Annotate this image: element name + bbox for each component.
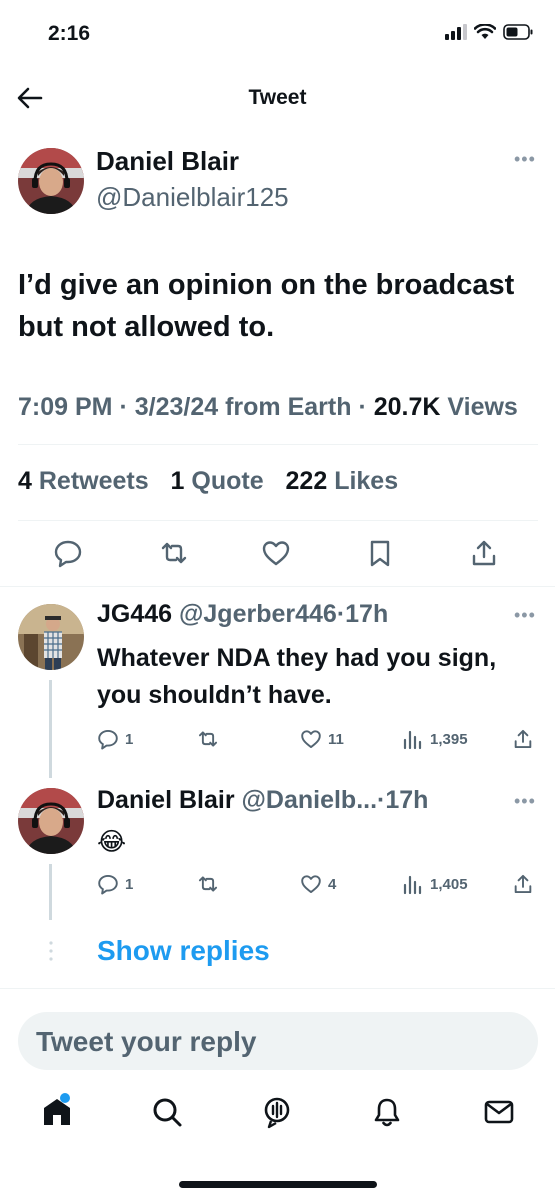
retweet-icon <box>198 731 218 747</box>
status-bar: 2:16 <box>0 0 555 66</box>
views-count: 1,405 <box>430 875 468 893</box>
show-replies-link[interactable]: Show replies <box>97 935 270 967</box>
meta-separator: · <box>336 600 346 628</box>
signal-icon <box>445 24 467 40</box>
views-count: 20.7K <box>373 393 441 421</box>
quotes-count[interactable]: 1 <box>171 467 185 495</box>
page-title: Tweet <box>248 86 307 109</box>
likes-count[interactable]: 222 <box>286 467 328 495</box>
like-icon <box>301 875 321 894</box>
reply-input-placeholder: Tweet your reply <box>36 1026 257 1057</box>
retweet-button[interactable] <box>197 873 219 895</box>
share-icon <box>514 874 532 894</box>
retweets-label[interactable]: Retweets <box>39 467 149 495</box>
share-button[interactable] <box>512 728 534 750</box>
thread-line <box>49 680 52 778</box>
reply-time: 17h <box>385 786 429 814</box>
tweet-text: I’d give an opinion on the broadcast but… <box>18 269 515 343</box>
wifi-icon <box>474 24 496 39</box>
status-time: 2:16 <box>48 22 91 45</box>
reply-button[interactable]: 1 <box>97 728 133 750</box>
reply-author-name[interactable]: Daniel Blair <box>97 786 235 814</box>
status-icons <box>445 24 533 40</box>
reply-button[interactable]: 1 <box>97 873 133 895</box>
reply-text: Whatever NDA they had you sign, you shou… <box>97 644 497 709</box>
tweet-date: 3/23/24 <box>134 393 219 421</box>
reply-text: 😂 <box>97 828 127 856</box>
author-name[interactable]: Daniel Blair <box>96 146 239 177</box>
reply-time: 17h <box>345 600 389 628</box>
reply-count: 1 <box>125 730 134 748</box>
like-icon <box>301 730 321 749</box>
bottom-tab-bar <box>0 1095 555 1145</box>
more-options-icon[interactable]: ••• <box>514 792 536 810</box>
reply-avatar[interactable] <box>18 604 84 670</box>
share-icon <box>514 729 532 749</box>
reply-author-name[interactable]: JG446 <box>97 600 172 628</box>
reply-input[interactable]: Tweet your reply <box>18 1012 538 1070</box>
messages-icon[interactable] <box>482 1095 516 1129</box>
reply-header: Daniel Blair @Danielb...·17h <box>97 786 428 815</box>
more-options-icon[interactable]: ••• <box>514 606 536 624</box>
quotes-label[interactable]: Quote <box>191 467 263 495</box>
search-icon[interactable] <box>150 1095 184 1129</box>
reply-actions: 1 4 1,405 <box>97 873 542 899</box>
author-avatar[interactable] <box>18 148 84 214</box>
bookmark-icon[interactable] <box>365 538 395 568</box>
likes-label[interactable]: Likes <box>334 467 398 495</box>
home-indicator[interactable] <box>179 1181 377 1188</box>
views-button[interactable]: 1,395 <box>402 728 468 750</box>
notifications-icon[interactable] <box>370 1095 404 1129</box>
views-count: 1,395 <box>430 730 468 748</box>
spaces-icon[interactable] <box>260 1095 294 1129</box>
divider <box>18 444 538 445</box>
home-notification-dot <box>60 1093 70 1103</box>
top-nav: Tweet <box>0 72 555 124</box>
more-options-icon[interactable]: ••• <box>514 150 536 168</box>
meta-separator: · <box>119 393 128 421</box>
author-handle[interactable]: @Danielblair125 <box>96 182 289 213</box>
reply-author-handle[interactable]: @Jgerber446 <box>179 600 337 628</box>
views-button[interactable]: 1,405 <box>402 873 468 895</box>
views-icon <box>403 875 422 895</box>
like-count: 4 <box>328 875 337 893</box>
reply-actions: 1 11 1,395 <box>97 728 542 754</box>
reply-icon <box>98 729 118 750</box>
reply-icon[interactable] <box>53 538 83 568</box>
meta-separator: · <box>358 393 367 421</box>
share-button[interactable] <box>512 873 534 895</box>
divider <box>0 988 555 989</box>
like-button[interactable]: 11 <box>300 728 344 750</box>
like-button[interactable]: 4 <box>300 873 336 895</box>
thread-dots-icon <box>49 941 53 961</box>
battery-icon <box>503 24 533 40</box>
views-icon <box>403 730 422 750</box>
tweet-source: from Earth <box>225 393 352 421</box>
reply-count: 1 <box>125 875 134 893</box>
engagement-counts: 4 Retweets 1 Quote 222 Likes <box>18 467 398 496</box>
retweets-count[interactable]: 4 <box>18 467 32 495</box>
views-label: Views <box>447 393 518 421</box>
like-icon[interactable] <box>261 538 291 568</box>
retweet-icon[interactable] <box>159 538 189 568</box>
reply-icon <box>98 874 118 895</box>
tweet-actions <box>0 538 555 578</box>
tweet-time: 7:09 PM <box>18 393 113 421</box>
tweet-meta: 7:09 PM · 3/23/24 from Earth · 20.7K Vie… <box>18 388 538 426</box>
divider <box>0 586 555 587</box>
reply-author-handle[interactable]: @Danielb... <box>242 786 378 814</box>
thread-line <box>49 864 52 920</box>
like-count: 11 <box>328 730 344 748</box>
reply-avatar[interactable] <box>18 788 84 854</box>
share-icon[interactable] <box>469 538 499 568</box>
retweet-button[interactable] <box>197 728 219 750</box>
divider <box>18 520 538 521</box>
retweet-icon <box>198 876 218 892</box>
reply-header: JG446 @Jgerber446·17h <box>97 600 388 629</box>
